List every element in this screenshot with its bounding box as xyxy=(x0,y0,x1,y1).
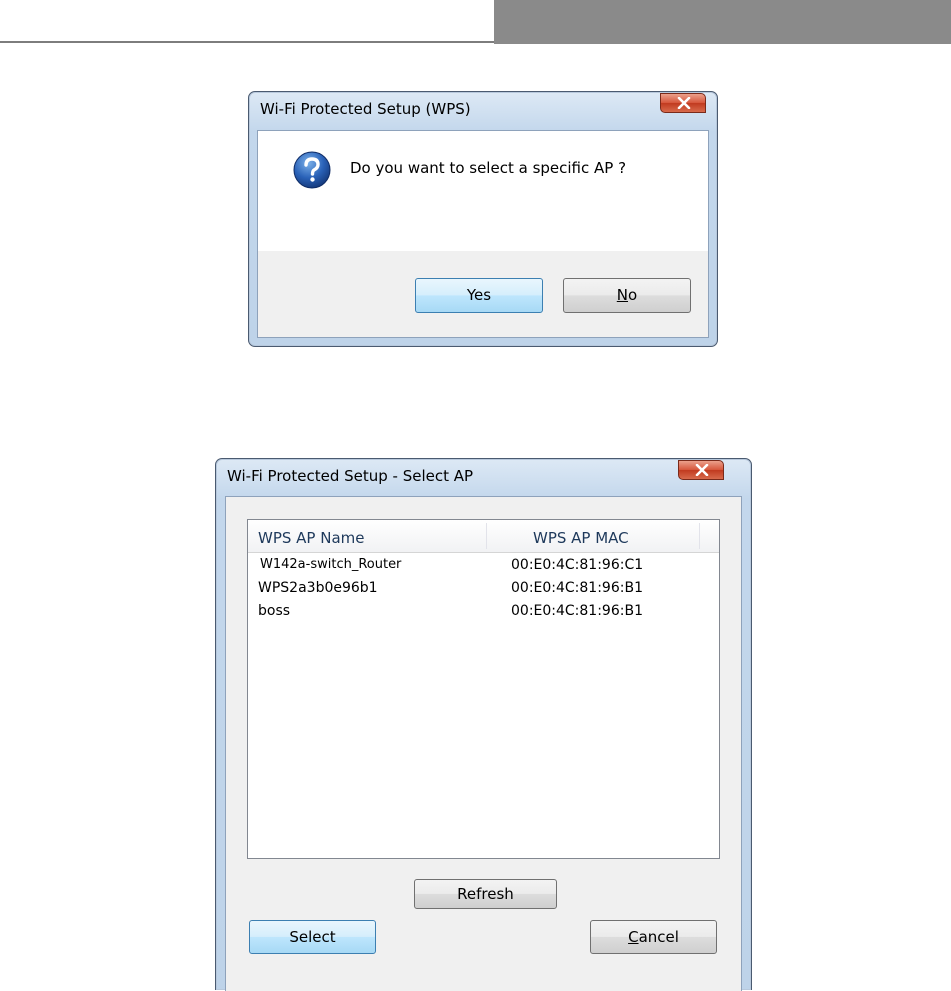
close-icon xyxy=(695,464,709,476)
list-item[interactable]: WPS2a3b0e96b1 00:E0:4C:81:96:B1 xyxy=(248,577,719,599)
list-item[interactable]: W142a-switch_Router 00:E0:4C:81:96:C1 xyxy=(248,554,719,576)
no-mnemonic: N xyxy=(616,286,629,304)
ap-list-header: WPS AP Name WPS AP MAC xyxy=(248,520,719,553)
ap-mac: 00:E0:4C:81:96:B1 xyxy=(511,603,643,619)
list-item[interactable]: boss 00:E0:4C:81:96:B1 xyxy=(248,600,719,622)
no-button[interactable]: No xyxy=(563,278,691,313)
column-header-mac[interactable]: WPS AP MAC xyxy=(533,529,629,547)
page-header-bar xyxy=(494,0,951,44)
yes-button[interactable]: Yes xyxy=(415,278,543,313)
cancel-label-rest: ancel xyxy=(638,928,679,946)
ap-mac: 00:E0:4C:81:96:C1 xyxy=(511,557,644,573)
ap-list[interactable]: WPS AP Name WPS AP MAC W142a-switch_Rout… xyxy=(247,519,720,859)
dialog-message: Do you want to select a specific AP ? xyxy=(350,159,627,177)
ap-name: WPS2a3b0e96b1 xyxy=(258,580,378,596)
page-header-rule xyxy=(0,41,494,43)
column-header-name[interactable]: WPS AP Name xyxy=(258,529,365,547)
cancel-button[interactable]: Cancel xyxy=(590,920,717,954)
ap-name: W142a-switch_Router xyxy=(260,557,402,572)
wps-confirm-dialog: Wi-Fi Protected Setup (WPS) Do you want … xyxy=(248,91,718,347)
close-button[interactable] xyxy=(660,93,706,113)
refresh-button[interactable]: Refresh xyxy=(414,879,557,909)
select-button[interactable]: Select xyxy=(249,920,376,954)
wps-select-ap-dialog: Wi-Fi Protected Setup - Select AP WPS AP… xyxy=(215,458,752,991)
close-button[interactable] xyxy=(678,460,724,480)
dialog-title: Wi-Fi Protected Setup (WPS) xyxy=(260,100,471,118)
dialog-body: WPS AP Name WPS AP MAC W142a-switch_Rout… xyxy=(225,496,742,991)
no-label-rest: o xyxy=(628,286,638,304)
ap-name: boss xyxy=(258,603,291,619)
close-icon xyxy=(677,97,691,109)
cancel-mnemonic: C xyxy=(628,928,639,946)
column-divider xyxy=(486,523,487,549)
column-divider xyxy=(699,523,700,549)
question-icon xyxy=(293,151,331,189)
dialog-title: Wi-Fi Protected Setup - Select AP xyxy=(227,467,474,485)
ap-mac: 00:E0:4C:81:96:B1 xyxy=(511,580,643,596)
